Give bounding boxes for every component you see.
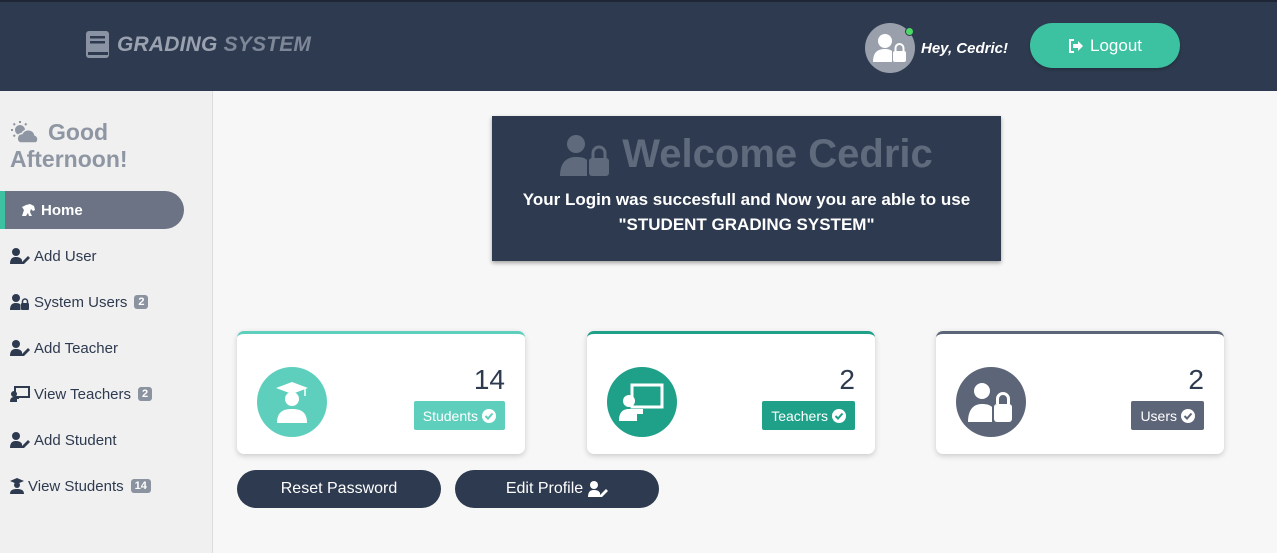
chalkboard-teacher-icon xyxy=(10,386,30,402)
welcome-message-line1: Your Login was succesfull and Now you ar… xyxy=(522,190,971,209)
greeting-line2: Afternoon! xyxy=(10,146,128,172)
students-count: 14 xyxy=(473,364,505,395)
sidebar-item-label: Home xyxy=(41,201,83,219)
sidebar-item-view-students[interactable]: View Students 14 xyxy=(10,474,151,498)
logout-label: Logout xyxy=(1090,35,1142,55)
sidebar-item-label: View Teachers xyxy=(34,385,132,403)
user-edit-icon xyxy=(10,248,30,264)
sidebar-item-label: View Students xyxy=(28,477,124,495)
teachers-card[interactable]: 2 Teachers xyxy=(587,331,875,454)
reset-password-button[interactable]: Reset Password xyxy=(237,470,441,508)
users-label: Users xyxy=(1140,407,1177,424)
teachers-label: Teachers xyxy=(771,407,828,424)
sidebar-item-add-user[interactable]: Add User xyxy=(10,244,97,268)
sidebar-item-add-student[interactable]: Add Student xyxy=(10,428,117,452)
online-status-dot xyxy=(905,27,914,36)
users-icon-circle xyxy=(956,367,1026,437)
students-card[interactable]: 14 Students xyxy=(237,331,525,454)
user-info: Hey, Cedric! xyxy=(865,23,1008,73)
welcome-heading: Welcome Cedric xyxy=(622,132,933,176)
brand-text-system: SYSTEM xyxy=(223,33,312,56)
teachers-tag: Teachers xyxy=(762,401,855,430)
chalkboard-teacher-icon xyxy=(619,383,664,421)
avatar[interactable] xyxy=(865,23,915,73)
user-lock-icon xyxy=(873,34,906,62)
users-tag: Users xyxy=(1131,401,1204,430)
count-badge: 14 xyxy=(130,479,151,493)
horse-icon xyxy=(22,204,35,216)
edit-profile-label: Edit Profile xyxy=(505,480,584,497)
time-greeting: Good Afternoon! xyxy=(10,119,128,173)
sidebar-item-label: Add Student xyxy=(34,431,117,449)
user-edit-icon xyxy=(10,340,30,356)
welcome-panel: Welcome Cedric Your Login was succesfull… xyxy=(492,116,1001,261)
students-label: Students xyxy=(422,407,478,424)
sidebar-item-system-users[interactable]: System Users 2 xyxy=(10,290,149,314)
edit-profile-button[interactable]: Edit Profile xyxy=(455,470,659,508)
users-card[interactable]: 2 Users xyxy=(936,331,1224,454)
user-edit-icon xyxy=(10,432,30,448)
sidebar-item-view-teachers[interactable]: View Teachers 2 xyxy=(10,382,153,406)
sidebar-item-label: Add User xyxy=(34,247,97,265)
welcome-message-line2: "STUDENT GRADING SYSTEM" xyxy=(618,215,875,234)
brand-logo[interactable]: GRADING SYSTEM xyxy=(85,30,311,60)
teachers-icon-circle xyxy=(607,367,677,437)
students-icon-circle xyxy=(257,367,327,437)
user-edit-icon xyxy=(588,481,609,497)
sidebar-item-label: System Users xyxy=(34,293,128,311)
greeting-line1: Good xyxy=(48,119,109,145)
reset-password-label: Reset Password xyxy=(280,480,398,497)
sidebar-item-add-teacher[interactable]: Add Teacher xyxy=(10,336,118,360)
sidebar-item-label: Add Teacher xyxy=(34,339,118,357)
users-count: 2 xyxy=(1188,364,1204,395)
sidebar: Good Afternoon! Home Add User System Use… xyxy=(0,91,213,553)
cloud-sun-icon xyxy=(11,120,39,144)
check-circle-icon xyxy=(832,408,846,423)
check-circle-icon xyxy=(1181,408,1195,423)
top-navbar: GRADING SYSTEM Hey, Cedric! Logout xyxy=(0,0,1277,91)
welcome-message: Your Login was succesfull and Now you ar… xyxy=(492,187,1001,237)
user-graduate-icon xyxy=(276,382,308,423)
user-graduate-icon xyxy=(10,478,24,494)
sign-out-icon xyxy=(1069,38,1083,53)
count-badge: 2 xyxy=(134,295,149,309)
user-lock-icon xyxy=(10,294,29,310)
user-greeting: Hey, Cedric! xyxy=(921,39,1008,57)
logout-button[interactable]: Logout xyxy=(1030,23,1180,68)
students-tag: Students xyxy=(413,401,505,430)
user-lock-icon xyxy=(968,383,1012,422)
sidebar-item-home[interactable]: Home xyxy=(0,191,184,229)
book-icon xyxy=(86,31,109,58)
brand-text-grading: GRADING xyxy=(117,33,218,56)
welcome-title: Welcome Cedric xyxy=(492,132,1001,177)
user-lock-icon xyxy=(560,134,610,176)
check-circle-icon xyxy=(482,408,496,423)
count-badge: 2 xyxy=(138,387,153,401)
teachers-count: 2 xyxy=(839,364,855,395)
